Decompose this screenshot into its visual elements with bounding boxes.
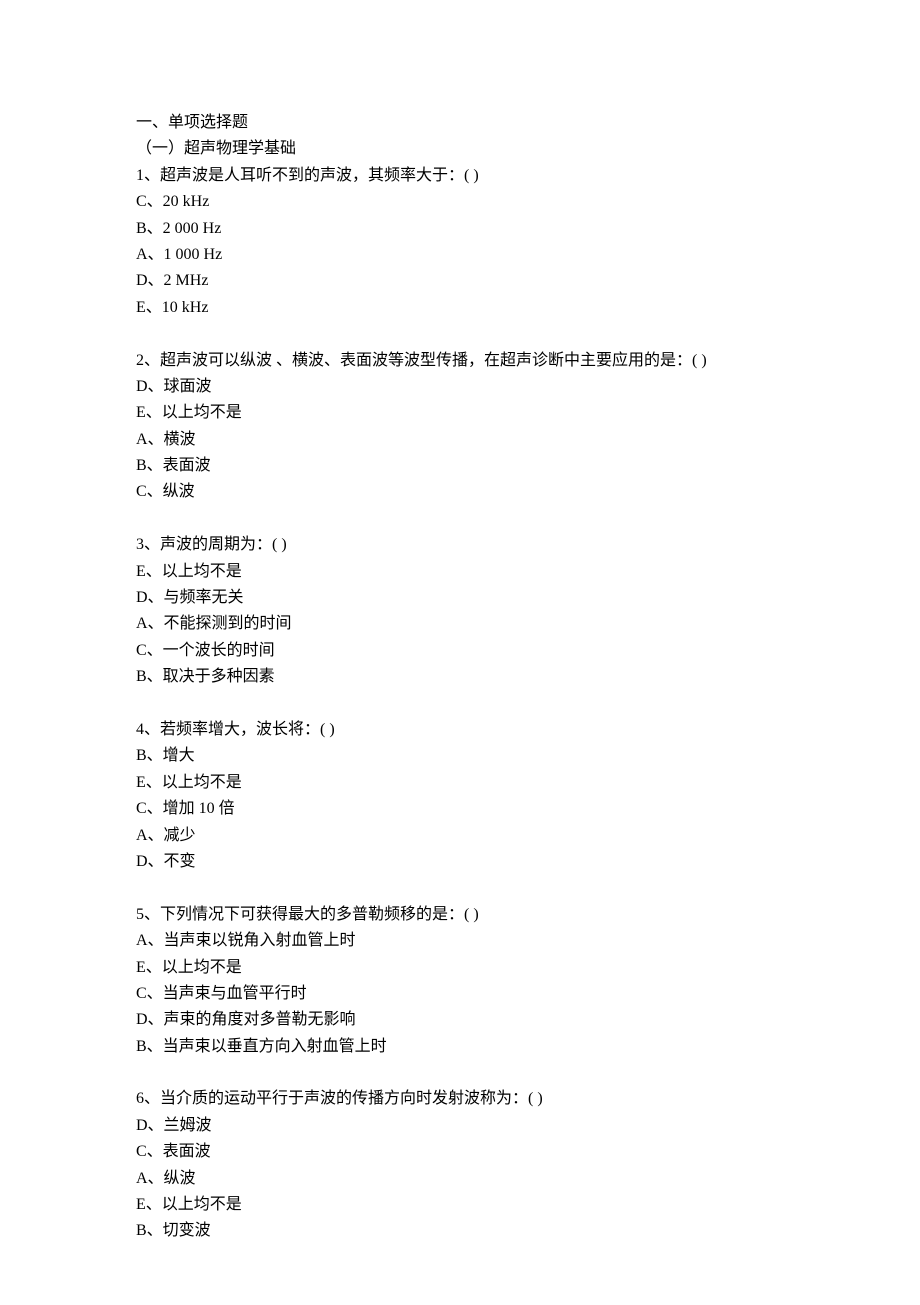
question-option: B、当声束以垂直方向入射血管上时: [136, 1034, 830, 1060]
question-option: C、一个波长的时间: [136, 638, 830, 664]
question-option: B、切变波: [136, 1218, 830, 1244]
question-option: A、减少: [136, 823, 830, 849]
spacer: [136, 506, 830, 532]
question-stem: 2、超声波可以纵波 、横波、表面波等波型传播，在超声诊断中主要应用的是：( ): [136, 348, 830, 374]
question-option: C、纵波: [136, 479, 830, 505]
question-option: C、表面波: [136, 1139, 830, 1165]
spacer: [136, 321, 830, 347]
question-option: D、兰姆波: [136, 1113, 830, 1139]
question-option: C、当声束与血管平行时: [136, 981, 830, 1007]
question-option: B、表面波: [136, 453, 830, 479]
subheading: （一）超声物理学基础: [136, 136, 830, 162]
question-option: B、增大: [136, 743, 830, 769]
question-option: B、2 000 Hz: [136, 216, 830, 242]
question-option: D、球面波: [136, 374, 830, 400]
question-option: D、不变: [136, 849, 830, 875]
question-stem: 5、下列情况下可获得最大的多普勒频移的是：( ): [136, 902, 830, 928]
question-stem: 4、若频率增大，波长将：( ): [136, 717, 830, 743]
question-option: E、以上均不是: [136, 400, 830, 426]
spacer: [136, 1060, 830, 1086]
question-option: E、10 kHz: [136, 295, 830, 321]
question-stem: 3、声波的周期为：( ): [136, 532, 830, 558]
spacer: [136, 875, 830, 901]
question-option: D、2 MHz: [136, 268, 830, 294]
question-option: C、增加 10 倍: [136, 796, 830, 822]
question-stem: 6、当介质的运动平行于声波的传播方向时发射波称为：( ): [136, 1086, 830, 1112]
question-option: A、横波: [136, 427, 830, 453]
question-option: E、以上均不是: [136, 1192, 830, 1218]
question-option: D、与频率无关: [136, 585, 830, 611]
question-option: B、取决于多种因素: [136, 664, 830, 690]
question-option: E、以上均不是: [136, 559, 830, 585]
question-stem: 1、超声波是人耳听不到的声波，其频率大于：( ): [136, 163, 830, 189]
question-option: A、1 000 Hz: [136, 242, 830, 268]
question-option: A、不能探测到的时间: [136, 611, 830, 637]
question-option: A、纵波: [136, 1166, 830, 1192]
question-option: E、以上均不是: [136, 955, 830, 981]
question-option: C、20 kHz: [136, 189, 830, 215]
question-option: E、以上均不是: [136, 770, 830, 796]
spacer: [136, 691, 830, 717]
document-page: 一、单项选择题 （一）超声物理学基础 1、超声波是人耳听不到的声波，其频率大于：…: [0, 0, 920, 1305]
question-option: A、当声束以锐角入射血管上时: [136, 928, 830, 954]
section-heading: 一、单项选择题: [136, 110, 830, 136]
question-option: D、声束的角度对多普勒无影响: [136, 1007, 830, 1033]
